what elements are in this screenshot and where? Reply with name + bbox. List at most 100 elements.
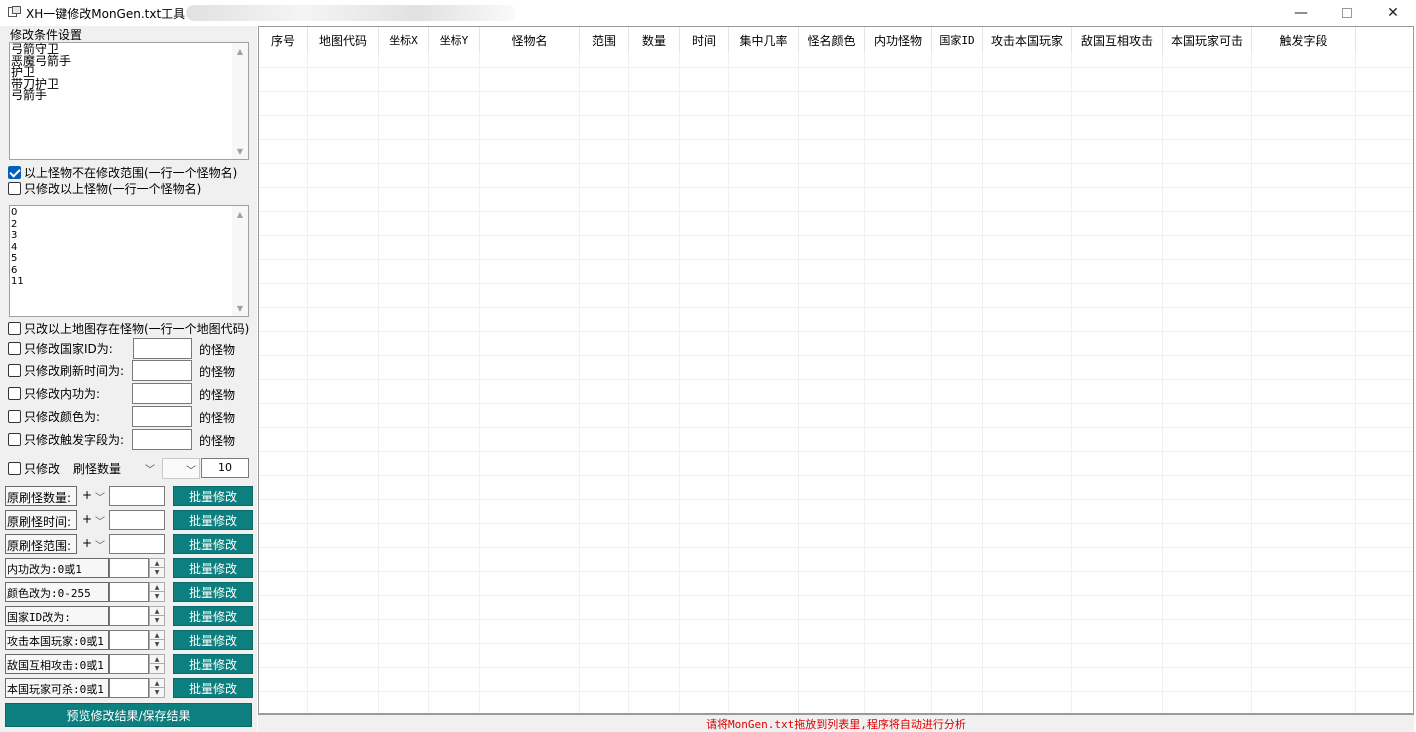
- only-maps-checkbox[interactable]: [8, 321, 21, 335]
- close-button[interactable]: ✕: [1370, 0, 1416, 26]
- column-header[interactable]: 内功怪物: [865, 27, 932, 53]
- filter-refresh-row[interactable]: 只修改刷新时间为:: [8, 362, 124, 378]
- batch-spinner[interactable]: ▲ ▼: [149, 678, 165, 698]
- map-codes-scrollbar[interactable]: ▲ ▼: [232, 206, 248, 316]
- column-header[interactable]: 地图代码: [308, 27, 379, 53]
- column-header[interactable]: 集中几率: [729, 27, 799, 53]
- only-modify-row[interactable]: 只修改: [8, 460, 60, 476]
- exclude-names-scrollbar[interactable]: ▲ ▼: [232, 43, 248, 159]
- batch-operator-select[interactable]: + ﹀: [78, 486, 108, 506]
- batch-value-input[interactable]: [109, 630, 149, 650]
- monster-grid[interactable]: 序号 地图代码 坐标X 坐标Y 怪物名 范围 数量 时间 集中几率 怪名颜色 内功怪物 国家ID 攻击本…: [258, 26, 1414, 714]
- batch-modify-button[interactable]: 批量修改: [173, 654, 253, 674]
- exclude-names-textarea[interactable]: 弓箭守卫 恶魔弓箭手 护卫 带刀护卫 弓箭手 ▲ ▼: [9, 42, 249, 160]
- column-header[interactable]: 怪物名: [480, 27, 580, 53]
- batch-label: 敌国互相攻击:0或1: [5, 654, 109, 674]
- column-header[interactable]: 坐标X: [379, 27, 429, 53]
- spin-up-icon[interactable]: ▲: [150, 583, 164, 592]
- only-modify-checkbox[interactable]: [8, 461, 21, 475]
- batch-spinner[interactable]: ▲ ▼: [149, 582, 165, 602]
- spin-up-icon[interactable]: ▲: [150, 631, 164, 640]
- batch-modify-button[interactable]: 批量修改: [173, 534, 253, 554]
- column-header[interactable]: 范围: [580, 27, 629, 53]
- filter-country-input[interactable]: [133, 338, 192, 359]
- batch-modify-button[interactable]: 批量修改: [173, 606, 253, 626]
- spin-up-icon[interactable]: ▲: [150, 607, 164, 616]
- scroll-down-icon[interactable]: ▼: [232, 143, 248, 159]
- batch-value-input[interactable]: [109, 486, 165, 506]
- spin-up-icon[interactable]: ▲: [150, 559, 164, 568]
- batch-value-input[interactable]: [109, 678, 149, 698]
- column-header[interactable]: 序号: [259, 27, 308, 53]
- filter-trigger-input[interactable]: [132, 429, 192, 450]
- filter-neigong-input[interactable]: [132, 383, 192, 404]
- spin-down-icon[interactable]: ▼: [150, 688, 164, 697]
- scroll-up-icon[interactable]: ▲: [232, 206, 248, 222]
- only-these-checkbox-row[interactable]: 只修改以上怪物(一行一个怪物名): [8, 180, 201, 196]
- batch-spinner[interactable]: ▲ ▼: [149, 654, 165, 674]
- filter-color-input[interactable]: [132, 406, 192, 427]
- spin-up-icon[interactable]: ▲: [150, 679, 164, 688]
- filter-neigong-row[interactable]: 只修改内功为:: [8, 385, 100, 401]
- spin-down-icon[interactable]: ▼: [150, 592, 164, 601]
- preview-save-button[interactable]: 预览修改结果/保存结果: [5, 703, 252, 727]
- exclude-checkbox-row[interactable]: 以上怪物不在修改范围(一行一个怪物名): [8, 164, 237, 180]
- column-header[interactable]: 攻击本国玩家: [983, 27, 1072, 53]
- batch-value-input[interactable]: [109, 654, 149, 674]
- filter-color-checkbox[interactable]: [8, 409, 21, 423]
- filter-neigong-checkbox[interactable]: [8, 386, 21, 400]
- batch-modify-button[interactable]: 批量修改: [173, 486, 253, 506]
- grid-row-line: [259, 475, 1413, 476]
- only-these-checkbox[interactable]: [8, 181, 21, 195]
- filter-refresh-label: 只修改刷新时间为:: [24, 363, 125, 378]
- grid-body: [259, 53, 1413, 713]
- batch-operator-select[interactable]: + ﹀: [78, 510, 108, 530]
- batch-spinner[interactable]: ▲ ▼: [149, 606, 165, 626]
- batch-operator-select[interactable]: + ﹀: [78, 534, 108, 554]
- filter-trigger-checkbox[interactable]: [8, 432, 21, 446]
- only-modify-field-select[interactable]: 刷怪数量 ﹀: [70, 458, 158, 479]
- spin-down-icon[interactable]: ▼: [150, 616, 164, 625]
- batch-value-input[interactable]: [109, 582, 149, 602]
- only-maps-checkbox-row[interactable]: 只改以上地图存在怪物(一行一个地图代码): [8, 320, 249, 336]
- batch-value-input[interactable]: [109, 558, 149, 578]
- spin-down-icon[interactable]: ▼: [150, 568, 164, 577]
- map-codes-textarea[interactable]: 0 2 3 4 5 6 11 ▲ ▼: [9, 205, 249, 317]
- filter-country-checkbox[interactable]: [8, 341, 21, 355]
- batch-value-input[interactable]: [109, 606, 149, 626]
- grid-row-line: [259, 283, 1413, 284]
- batch-spinner[interactable]: ▲ ▼: [149, 558, 165, 578]
- batch-modify-button[interactable]: 批量修改: [173, 678, 253, 698]
- batch-modify-button[interactable]: 批量修改: [173, 582, 253, 602]
- batch-modify-button[interactable]: 批量修改: [173, 630, 253, 650]
- minimize-button[interactable]: —: [1278, 0, 1324, 26]
- column-header[interactable]: 怪名颜色: [799, 27, 865, 53]
- column-header[interactable]: 数量: [629, 27, 680, 53]
- batch-spinner[interactable]: ▲ ▼: [149, 630, 165, 650]
- filter-color-row[interactable]: 只修改颜色为:: [8, 408, 100, 424]
- only-modify-operator-select[interactable]: ﹀: [162, 458, 200, 479]
- grid-row-line: [259, 547, 1413, 548]
- spin-up-icon[interactable]: ▲: [150, 655, 164, 664]
- spin-down-icon[interactable]: ▼: [150, 664, 164, 673]
- maximize-button[interactable]: [1324, 0, 1370, 26]
- filter-refresh-input[interactable]: [132, 360, 192, 381]
- scroll-up-icon[interactable]: ▲: [232, 43, 248, 59]
- only-modify-value-input[interactable]: 10: [201, 458, 249, 478]
- filter-refresh-checkbox[interactable]: [8, 363, 21, 377]
- exclude-checkbox[interactable]: [8, 165, 21, 179]
- batch-modify-button[interactable]: 批量修改: [173, 558, 253, 578]
- column-header[interactable]: 时间: [680, 27, 729, 53]
- spin-down-icon[interactable]: ▼: [150, 640, 164, 649]
- column-header[interactable]: 触发字段: [1252, 27, 1356, 53]
- column-header[interactable]: 国家ID: [932, 27, 983, 53]
- column-header[interactable]: 坐标Y: [429, 27, 480, 53]
- column-header[interactable]: 本国玩家可击: [1163, 27, 1252, 53]
- batch-value-input[interactable]: [109, 510, 165, 530]
- batch-value-input[interactable]: [109, 534, 165, 554]
- filter-trigger-row[interactable]: 只修改触发字段为:: [8, 431, 124, 447]
- filter-country-row[interactable]: 只修改国家ID为:: [8, 340, 113, 356]
- scroll-down-icon[interactable]: ▼: [232, 300, 248, 316]
- batch-modify-button[interactable]: 批量修改: [173, 510, 253, 530]
- column-header[interactable]: 敌国互相攻击: [1072, 27, 1163, 53]
